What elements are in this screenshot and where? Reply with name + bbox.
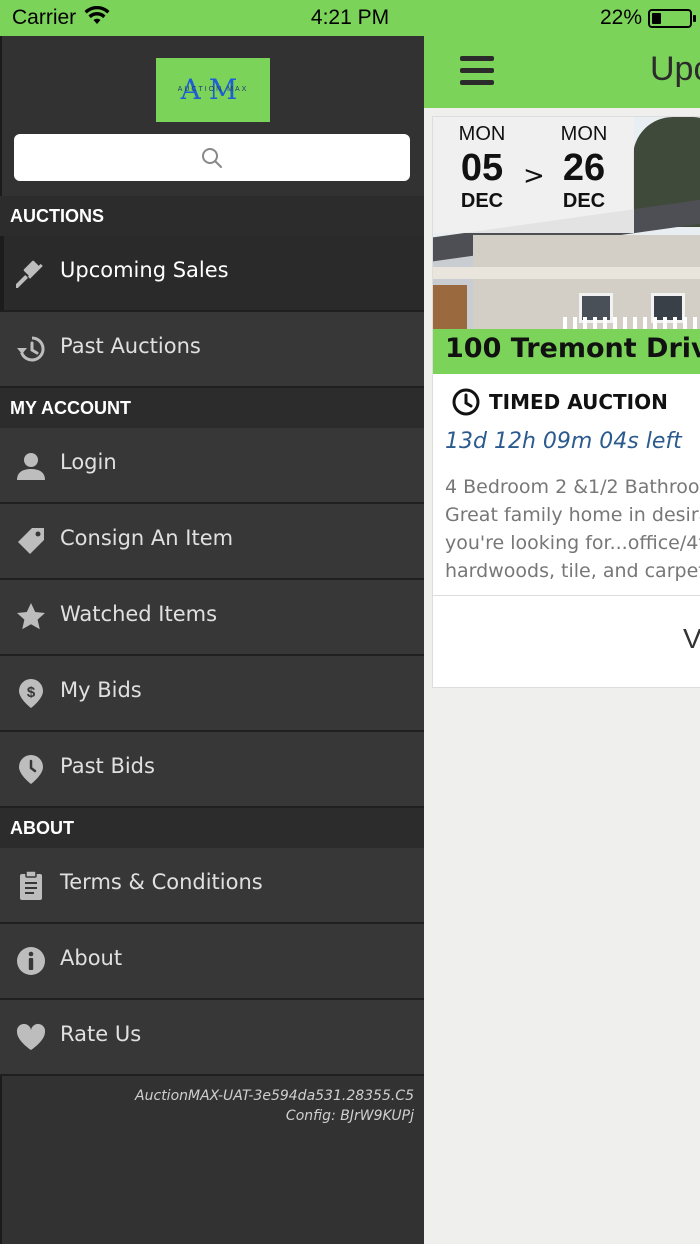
clipboard-icon (20, 870, 42, 900)
sidebar-item-label: Past Auctions (60, 334, 201, 358)
auction-type: TIMED AUCTION (451, 387, 668, 417)
config-string: Config: BJrW9KUPj (285, 1108, 414, 1124)
date-range: MON 05 DEC > MON 26 DEC (433, 117, 634, 233)
sidebar-item-upcoming-sales[interactable]: Upcoming Sales (0, 236, 424, 312)
auction-description: 4 Bedroom 2 &1/2 Bathroom Great family h… (445, 473, 700, 585)
user-icon (17, 453, 45, 480)
sidebar-item-label: Past Bids (60, 754, 155, 778)
dollar-pin-icon: $ (19, 679, 43, 708)
section-about: ABOUT (0, 808, 424, 850)
side-drawer: AM AUCTION MAX AUCTIONS Upcoming Sales P… (0, 36, 424, 1244)
heart-icon (16, 1023, 46, 1050)
battery-icon (648, 9, 696, 28)
end-dow: MON (560, 123, 608, 145)
clock-pin-icon (19, 755, 43, 784)
svg-text:$: $ (27, 684, 36, 701)
description-line: Great family home in desiral (445, 504, 700, 526)
sidebar-item-label: Rate Us (60, 1022, 142, 1046)
start-day: 05 (460, 147, 504, 189)
version-string: AuctionMAX-UAT-3e594da531.28355.C5 (135, 1088, 414, 1104)
end-date: MON 26 DEC (549, 123, 619, 213)
card-title-strip: 100 Tremont Drive (433, 329, 700, 374)
end-day: 26 (562, 147, 606, 189)
sidebar-item-consign[interactable]: Consign An Item (0, 504, 424, 580)
star-icon (17, 603, 45, 630)
description-line: 4 Bedroom 2 &1/2 Bathroom (445, 476, 700, 498)
start-date: MON 05 DEC (447, 123, 517, 213)
section-auctions: AUCTIONS (0, 196, 424, 238)
divider (433, 595, 700, 596)
clock-icon (452, 388, 480, 416)
sidebar-item-label: Login (60, 450, 117, 474)
sidebar-item-rate-us[interactable]: Rate Us (0, 1000, 424, 1076)
version-info: AuctionMAX-UAT-3e594da531.28355.C5 Confi… (135, 1086, 414, 1126)
page-title: Upc (650, 50, 700, 88)
sidebar-item-my-bids[interactable]: $ My Bids (0, 656, 424, 732)
view-button[interactable]: V (683, 623, 700, 655)
sidebar-item-past-bids[interactable]: Past Bids (0, 732, 424, 808)
battery-percent: 22% (599, 6, 642, 29)
sidebar-item-label: Terms & Conditions (60, 870, 263, 894)
start-month: DEC (460, 190, 504, 212)
auction-max-logo: AM AUCTION MAX (156, 58, 270, 122)
start-dow: MON (458, 123, 506, 145)
gavel-icon (16, 260, 43, 288)
property-photo: MON 05 DEC > MON 26 DEC (433, 117, 700, 331)
auction-card[interactable]: MON 05 DEC > MON 26 DEC 100 Tremont Driv… (432, 116, 700, 688)
menu-icon[interactable] (460, 56, 494, 86)
sidebar-item-label: About (60, 946, 123, 970)
auction-title[interactable]: 100 Tremont Drive (445, 333, 700, 364)
sidebar-item-label: Upcoming Sales (60, 258, 229, 282)
sidebar-item-terms[interactable]: Terms & Conditions (0, 848, 424, 924)
sidebar-item-label: Watched Items (60, 602, 218, 626)
status-bar: Carrier 4:21 PM 22% (0, 0, 700, 36)
history-icon (17, 336, 45, 362)
sidebar-item-about[interactable]: About (0, 924, 424, 1000)
description-line: you're looking for...office/4t (445, 532, 700, 554)
end-month: DEC (562, 190, 606, 212)
search-icon (202, 148, 222, 168)
sidebar-item-past-auctions[interactable]: Past Auctions (0, 312, 424, 388)
date-arrow: > (523, 161, 545, 191)
sidebar-item-label: Consign An Item (60, 526, 234, 550)
logo-text: AUCTION MAX (177, 86, 249, 93)
info-icon (17, 947, 45, 975)
sidebar-item-watched[interactable]: Watched Items (0, 580, 424, 656)
main-content: Upc MON 05 DEC > MON 26 (424, 36, 700, 1244)
sidebar-item-label: My Bids (60, 678, 142, 702)
clock: 4:21 PM (310, 6, 390, 29)
description-line: hardwoods, tile, and carpet (445, 560, 700, 582)
search-input[interactable] (14, 134, 410, 181)
auction-type-label: TIMED AUCTION (489, 390, 668, 414)
time-remaining: 13d 12h 09m 04s left (445, 429, 682, 454)
sidebar-item-login[interactable]: Login (0, 428, 424, 504)
tag-icon (18, 528, 44, 554)
nav-bar: Upc (424, 36, 700, 108)
section-my-account: MY ACCOUNT (0, 388, 424, 430)
